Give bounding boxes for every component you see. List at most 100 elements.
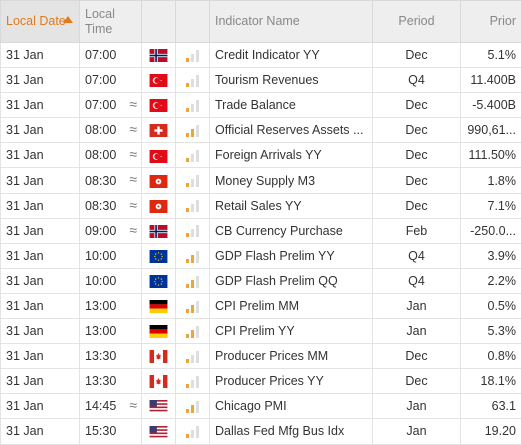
importance-bars-icon — [186, 301, 199, 313]
hongkong-flag-icon — [149, 200, 168, 213]
indicator-name-cell[interactable]: GDP Flash Prelim QQ — [210, 268, 373, 293]
time-cell: 08:00≈ — [80, 143, 142, 168]
importance-bars-icon — [186, 225, 199, 237]
table-row[interactable]: 31 Jan 07:00≈ Trade Balance Dec -5.400B — [1, 93, 521, 118]
indicator-name-cell[interactable]: Retail Sales YY — [210, 193, 373, 218]
prior-cell: 18.1% — [461, 369, 521, 394]
period-cell: Dec — [373, 93, 461, 118]
importance-cell — [176, 93, 210, 118]
indicator-name-cell[interactable]: Trade Balance — [210, 93, 373, 118]
period-cell: Dec — [373, 168, 461, 193]
importance-bars-icon — [186, 75, 199, 87]
column-header-period[interactable]: Period — [373, 1, 461, 43]
importance-bars-icon — [186, 251, 199, 263]
germany-flag-icon — [149, 325, 168, 338]
canada-flag-icon — [149, 350, 168, 363]
time-value: 13:00 — [85, 324, 116, 338]
importance-cell — [176, 293, 210, 318]
indicator-name-cell[interactable]: Tourism Revenues — [210, 68, 373, 93]
indicator-name-cell[interactable]: CPI Prelim YY — [210, 319, 373, 344]
indicator-name-cell[interactable]: Chicago PMI — [210, 394, 373, 419]
prior-cell: 11.400B — [461, 68, 521, 93]
indicator-name-cell[interactable]: CB Currency Purchase — [210, 218, 373, 243]
indicator-name-cell[interactable]: GDP Flash Prelim YY — [210, 243, 373, 268]
column-header-local-time[interactable]: Local Time — [80, 1, 142, 43]
prior-cell: 0.5% — [461, 293, 521, 318]
period-cell: Feb — [373, 218, 461, 243]
time-cell: 13:30 — [80, 344, 142, 369]
country-cell — [142, 118, 176, 143]
time-cell: 07:00≈ — [80, 93, 142, 118]
importance-cell — [176, 344, 210, 369]
date-cell: 31 Jan — [1, 193, 80, 218]
table-row[interactable]: 31 Jan 07:00 Credit Indicator YY Dec 5.1… — [1, 43, 521, 68]
column-header-local-date[interactable]: Local Date — [1, 1, 80, 43]
date-cell: 31 Jan — [1, 143, 80, 168]
date-cell: 31 Jan — [1, 344, 80, 369]
table-row[interactable]: 31 Jan 10:00 GDP Flash Prelim YY Q4 3.9% — [1, 243, 521, 268]
sort-ascending-icon[interactable] — [63, 16, 73, 23]
table-row[interactable]: 31 Jan 13:00 CPI Prelim MM Jan 0.5% — [1, 293, 521, 318]
table-row[interactable]: 31 Jan 08:00≈ Foreign Arrivals YY Dec 11… — [1, 143, 521, 168]
date-cell: 31 Jan — [1, 168, 80, 193]
table-row[interactable]: 31 Jan 13:00 CPI Prelim YY Jan 5.3% — [1, 319, 521, 344]
country-cell — [142, 268, 176, 293]
hongkong-flag-icon — [149, 175, 168, 188]
table-row[interactable]: 31 Jan 14:45≈ Chicago PMI Jan 63.1 — [1, 394, 521, 419]
turkey-flag-icon — [149, 150, 168, 163]
prior-cell: 3.9% — [461, 243, 521, 268]
indicator-name-cell[interactable]: CPI Prelim MM — [210, 293, 373, 318]
table-row[interactable]: 31 Jan 13:30 Producer Prices YY Dec 18.1… — [1, 369, 521, 394]
period-cell: Q4 — [373, 243, 461, 268]
time-value: 13:30 — [85, 349, 116, 363]
time-cell: 14:45≈ — [80, 394, 142, 419]
importance-cell — [176, 268, 210, 293]
table-row[interactable]: 31 Jan 10:00 GDP Flash Prelim QQ Q4 2.2% — [1, 268, 521, 293]
column-header-country[interactable] — [142, 1, 176, 43]
time-cell: 13:00 — [80, 293, 142, 318]
table-row[interactable]: 31 Jan 13:30 Producer Prices MM Dec 0.8% — [1, 344, 521, 369]
column-header-prior[interactable]: Prior — [461, 1, 521, 43]
eu-flag-icon — [149, 275, 168, 288]
column-header-indicator-name[interactable]: Indicator Name — [210, 1, 373, 43]
germany-flag-icon — [149, 300, 168, 313]
country-cell — [142, 218, 176, 243]
importance-bars-icon — [186, 125, 199, 137]
period-cell: Dec — [373, 344, 461, 369]
importance-bars-icon — [186, 326, 199, 338]
table-row[interactable]: 31 Jan 15:30 Dallas Fed Mfg Bus Idx Jan … — [1, 419, 521, 444]
time-value: 13:30 — [85, 374, 116, 388]
time-cell: 09:00≈ — [80, 218, 142, 243]
indicator-name-cell[interactable]: Foreign Arrivals YY — [210, 143, 373, 168]
country-cell — [142, 43, 176, 68]
indicator-name-cell[interactable]: Producer Prices MM — [210, 344, 373, 369]
indicator-name-cell[interactable]: Money Supply M3 — [210, 168, 373, 193]
indicator-name-cell[interactable]: Official Reserves Assets ... — [210, 118, 373, 143]
importance-cell — [176, 243, 210, 268]
country-cell — [142, 419, 176, 444]
date-cell: 31 Jan — [1, 118, 80, 143]
column-header-importance[interactable] — [176, 1, 210, 43]
time-value: 13:00 — [85, 299, 116, 313]
indicator-name-cell[interactable]: Dallas Fed Mfg Bus Idx — [210, 419, 373, 444]
table-row[interactable]: 31 Jan 09:00≈ CB Currency Purchase Feb -… — [1, 218, 521, 243]
turkey-flag-icon — [149, 99, 168, 112]
approximate-time-icon: ≈ — [129, 96, 137, 112]
period-cell: Jan — [373, 419, 461, 444]
date-cell: 31 Jan — [1, 319, 80, 344]
usa-flag-icon — [149, 400, 168, 413]
column-header-label: Local Date — [6, 14, 66, 28]
table-row[interactable]: 31 Jan 07:00 Tourism Revenues Q4 11.400B — [1, 68, 521, 93]
date-cell: 31 Jan — [1, 43, 80, 68]
table-row[interactable]: 31 Jan 08:30≈ Money Supply M3 Dec 1.8% — [1, 168, 521, 193]
time-value: 14:45 — [85, 399, 116, 413]
time-value: 10:00 — [85, 274, 116, 288]
economic-calendar-table: Local Date Local Time Indicator Name Per… — [0, 0, 521, 445]
table-row[interactable]: 31 Jan 08:30≈ Retail Sales YY Dec 7.1% — [1, 193, 521, 218]
turkey-flag-icon — [149, 74, 168, 87]
country-cell — [142, 394, 176, 419]
indicator-name-cell[interactable]: Producer Prices YY — [210, 369, 373, 394]
approximate-time-icon: ≈ — [129, 197, 137, 213]
indicator-name-cell[interactable]: Credit Indicator YY — [210, 43, 373, 68]
table-row[interactable]: 31 Jan 08:00≈ Official Reserves Assets .… — [1, 118, 521, 143]
